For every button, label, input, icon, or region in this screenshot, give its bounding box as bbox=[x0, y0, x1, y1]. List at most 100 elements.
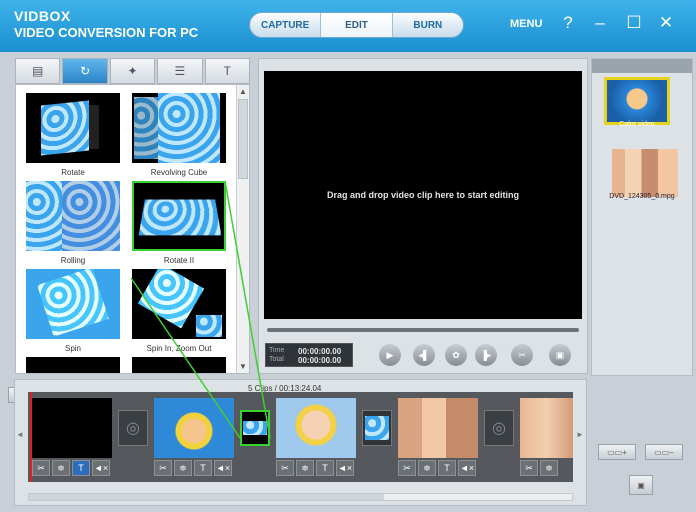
save-button[interactable]: ▣ bbox=[549, 344, 571, 366]
timeline-clip[interactable] bbox=[276, 398, 356, 458]
clip-toolbar: ✂ ≑ bbox=[520, 460, 558, 478]
adjust-icon[interactable]: ≑ bbox=[52, 460, 70, 476]
text-icon[interactable]: T bbox=[316, 460, 334, 476]
effect-spin-in-zoom-out[interactable]: Spin In, Zoom Out bbox=[132, 269, 226, 353]
timeline-right-arrow-icon[interactable]: ► bbox=[576, 430, 584, 439]
capture-mode-button[interactable]: CAPTURE bbox=[250, 13, 320, 37]
scroll-thumb[interactable] bbox=[238, 99, 248, 179]
clip-toolbar: ✂ ≑ T ◄× bbox=[398, 460, 476, 478]
effect-thumbnail bbox=[132, 269, 226, 339]
transition-slot[interactable]: ◎ bbox=[118, 410, 148, 446]
timeline-scroll-thumb[interactable] bbox=[29, 494, 384, 500]
preview-screen[interactable]: Drag and drop video clip here to start e… bbox=[264, 71, 582, 319]
tab-video-effects[interactable]: ▤ bbox=[15, 58, 61, 84]
media-caption: DVD_124305_0.mpg bbox=[609, 193, 675, 200]
transition-slot[interactable]: ◎ bbox=[484, 410, 514, 446]
play-button[interactable]: ▶ bbox=[379, 344, 401, 366]
remove-from-timeline-button[interactable]: ▭▭− bbox=[645, 444, 683, 460]
mute-icon[interactable]: ◄× bbox=[336, 460, 354, 476]
media-thumb-dvd-clip[interactable] bbox=[612, 149, 678, 197]
maximize-button[interactable]: ☐ bbox=[624, 13, 644, 33]
app-logo-line1: VIDBOX bbox=[14, 8, 71, 24]
transition-swirl-icon: ↻ bbox=[80, 64, 91, 78]
transition-slot[interactable] bbox=[362, 410, 392, 446]
effect-partial[interactable] bbox=[132, 357, 226, 373]
text-icon[interactable]: T bbox=[438, 460, 456, 476]
effect-rotate[interactable]: Rotate bbox=[26, 93, 120, 177]
filmstrip-icon: ▤ bbox=[32, 64, 44, 78]
scroll-down-icon[interactable]: ▼ bbox=[237, 362, 249, 371]
time-display: Time Total 00:00:00.00 00:00:00.00 bbox=[265, 343, 353, 367]
text-icon[interactable]: T bbox=[72, 460, 90, 476]
storyboard-track: ✂ ≑ T ◄× ◎ ✂ ≑ T ◄× ✂ ≑ T ◄× ✂ ≑ T ◄× ◎ … bbox=[28, 392, 573, 482]
minimize-button[interactable]: – bbox=[590, 13, 610, 33]
adjust-icon[interactable]: ≑ bbox=[174, 460, 192, 476]
tab-magic[interactable]: ✦ bbox=[109, 58, 156, 84]
timeline-clip[interactable] bbox=[32, 398, 112, 458]
mute-icon[interactable]: ◄× bbox=[92, 460, 110, 476]
next-frame-icon: ▐▸ bbox=[480, 349, 492, 360]
scroll-up-icon[interactable]: ▲ bbox=[237, 87, 249, 96]
effect-label: Rolling bbox=[60, 256, 86, 265]
snapshot-button[interactable]: ▣ bbox=[629, 475, 653, 495]
menu-button[interactable]: MENU bbox=[510, 18, 542, 30]
tab-text[interactable]: T bbox=[204, 58, 251, 84]
play-icon: ▶ bbox=[386, 349, 394, 360]
timeline-scrollbar[interactable] bbox=[28, 493, 573, 501]
effect-label: Spin In, Zoom Out bbox=[146, 344, 212, 353]
trim-icon[interactable]: ✂ bbox=[32, 460, 50, 476]
media-thumb-color-video[interactable] bbox=[604, 77, 670, 125]
transition-slot-rotate-ii[interactable] bbox=[240, 410, 270, 446]
timeline-clip[interactable] bbox=[520, 398, 573, 458]
effect-thumbnail bbox=[26, 269, 120, 339]
add-to-timeline-button[interactable]: ▭▭+ bbox=[598, 444, 636, 460]
sliders-icon: ☰ bbox=[174, 64, 186, 78]
effect-thumbnail bbox=[132, 93, 226, 163]
transition-swirl-icon: ◎ bbox=[492, 420, 506, 437]
transition-library: Rotate Revolving Cube Rolling Rotate II … bbox=[15, 84, 250, 374]
effect-rolling[interactable]: Rolling bbox=[26, 181, 120, 265]
effect-thumbnail bbox=[132, 357, 226, 373]
transition-swirl-icon: ◎ bbox=[126, 420, 140, 437]
next-frame-button[interactable]: ▐▸ bbox=[475, 344, 497, 366]
effect-tabs: ▤ ↻ ✦ ☰ T bbox=[15, 58, 251, 84]
snapshot-icon: ▣ bbox=[637, 480, 645, 490]
timeline-left-arrow-icon[interactable]: ◄ bbox=[16, 430, 24, 439]
trim-icon[interactable]: ✂ bbox=[398, 460, 416, 476]
effect-thumbnail bbox=[26, 181, 120, 251]
trim-icon[interactable]: ✂ bbox=[276, 460, 294, 476]
tab-transitions[interactable]: ↻ bbox=[62, 58, 108, 84]
effect-partial[interactable] bbox=[26, 357, 120, 373]
trim-icon[interactable]: ✂ bbox=[154, 460, 172, 476]
edit-mode-button[interactable]: EDIT bbox=[320, 13, 393, 37]
adjust-icon[interactable]: ≑ bbox=[418, 460, 436, 476]
mute-icon[interactable]: ◄× bbox=[458, 460, 476, 476]
effect-label: Rotate bbox=[61, 168, 85, 177]
preview-settings-button[interactable]: ✿ bbox=[445, 344, 467, 366]
media-header bbox=[592, 59, 692, 73]
title-bar: VIDBOX VIDEO CONVERSION FOR PC CAPTURE E… bbox=[0, 0, 696, 52]
burn-mode-button[interactable]: BURN bbox=[393, 13, 463, 37]
timeline-clip[interactable] bbox=[154, 398, 234, 458]
timeline-clip[interactable] bbox=[398, 398, 478, 458]
text-icon[interactable]: T bbox=[194, 460, 212, 476]
effect-thumbnail bbox=[132, 181, 226, 251]
save-icon: ▣ bbox=[555, 349, 565, 360]
clip-toolbar: ✂ ≑ T ◄× bbox=[154, 460, 232, 478]
previous-frame-button[interactable]: ◂▌ bbox=[413, 344, 435, 366]
help-button[interactable]: ? bbox=[558, 13, 578, 33]
adjust-icon[interactable]: ≑ bbox=[296, 460, 314, 476]
effect-rotate-ii[interactable]: Rotate II bbox=[132, 181, 226, 265]
close-button[interactable]: ✕ bbox=[656, 13, 676, 33]
cut-button[interactable]: ✂ bbox=[511, 344, 533, 366]
mute-icon[interactable]: ◄× bbox=[214, 460, 232, 476]
seek-bar[interactable] bbox=[267, 328, 579, 332]
effect-revolving-cube[interactable]: Revolving Cube bbox=[132, 93, 226, 177]
trim-icon[interactable]: ✂ bbox=[520, 460, 538, 476]
preview-panel: Drag and drop video clip here to start e… bbox=[258, 58, 588, 374]
adjust-icon[interactable]: ≑ bbox=[540, 460, 558, 476]
effects-scrollbar[interactable]: ▲ ▼ bbox=[236, 85, 249, 373]
tab-adjust[interactable]: ☰ bbox=[157, 58, 203, 84]
magic-wand-icon: ✦ bbox=[127, 64, 138, 78]
effect-spin[interactable]: Spin bbox=[26, 269, 120, 353]
